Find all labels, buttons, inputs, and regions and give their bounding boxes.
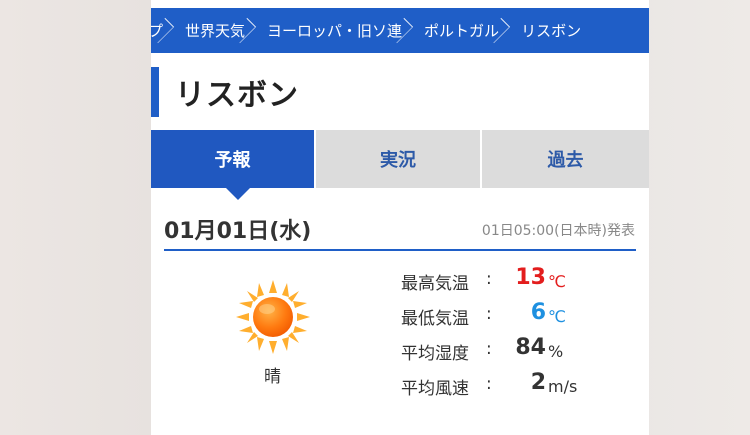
stat-row-low-temp: 最低気温 : 6 ℃ [401,300,641,335]
page-title: リスボン [175,78,299,113]
stat-row-humidity: 平均湿度 : 84 % [401,335,641,370]
breadcrumb: プ 世界天気 ヨーロッパ・旧ソ連 ポルトガル リスボン [151,8,649,53]
title-accent-bar [151,67,159,117]
forecast-date: 01月01日(水) [164,219,312,244]
breadcrumb-item-lisbon[interactable]: リスボン [515,8,597,53]
stat-value: 6 [530,300,546,325]
date-divider [164,249,636,251]
stat-label: 最高気温 [401,274,469,294]
tab-observation[interactable]: 実況 [316,130,482,188]
stat-row-wind: 平均風速 : 2 m/s [401,370,641,405]
breadcrumb-item-portugal[interactable]: ポルトガル [418,8,515,53]
stat-unit: m/s [548,377,578,396]
stat-value: 2 [530,370,546,395]
stat-colon: : [486,339,492,359]
stat-unit: ℃ [548,272,566,291]
issued-time: 01日05:00(日本時)発表 [481,223,635,239]
stat-label: 最低気温 [401,309,469,329]
stat-colon: : [486,269,492,289]
forecast-tabs: 予報 実況 過去 [151,130,649,200]
weather-page: プ 世界天気 ヨーロッパ・旧ソ連 ポルトガル リスボン リスボン 予報 実況 過… [151,0,649,435]
stat-label: 平均風速 [401,379,469,399]
breadcrumb-item-europe[interactable]: ヨーロッパ・旧ソ連 [261,8,418,53]
stat-label: 平均湿度 [401,344,469,364]
tab-past[interactable]: 過去 [482,130,649,188]
weather-condition: 晴 [264,367,281,387]
stat-row-high-temp: 最高気温 : 13 ℃ [401,265,641,300]
stat-colon: : [486,374,492,394]
stat-value: 13 [515,265,546,290]
sun-icon [236,280,310,354]
tab-forecast[interactable]: 予報 [151,130,316,200]
stat-value: 84 [515,335,546,360]
stat-colon: : [486,304,492,324]
stat-unit: % [548,342,564,361]
breadcrumb-item-world-weather[interactable]: 世界天気 [179,8,261,53]
stat-unit: ℃ [548,307,566,326]
breadcrumb-item-partial[interactable]: プ [151,8,179,53]
weather-stats: 最高気温 : 13 ℃ 最低気温 : 6 ℃ 平均湿度 : 84 % 平均風速 … [401,265,641,405]
